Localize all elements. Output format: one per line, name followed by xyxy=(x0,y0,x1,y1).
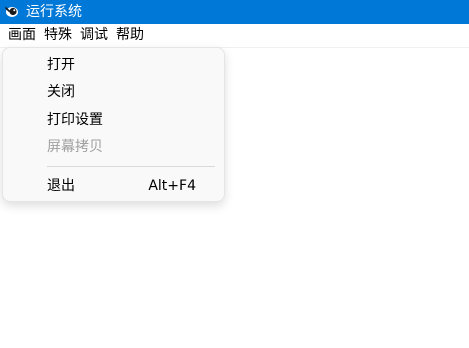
menu-bangzhu[interactable]: 帮助 xyxy=(112,24,148,47)
menu-separator xyxy=(47,166,215,167)
menu-item-label: 屏幕拷贝 xyxy=(47,139,103,155)
menu-item-label: 关闭 xyxy=(47,84,75,100)
menu-bar: 画面 特殊 调试 帮助 xyxy=(0,24,469,48)
title-bar[interactable]: 运行系统 xyxy=(0,0,469,24)
menu-item-label: 退出 xyxy=(47,178,75,194)
menu-item-close[interactable]: 关闭 xyxy=(3,80,224,104)
application-window: 运行系统 画面 特殊 调试 帮助 打开 关闭 打印设置 屏幕拷贝 退出 Alt+… xyxy=(0,0,469,348)
dropdown-menu: 打开 关闭 打印设置 屏幕拷贝 退出 Alt+F4 xyxy=(2,47,225,202)
menu-item-label: 打印设置 xyxy=(47,112,103,128)
eye-icon xyxy=(4,4,20,20)
menu-item-exit[interactable]: 退出 Alt+F4 xyxy=(3,174,224,198)
menu-item-print-setup[interactable]: 打印设置 xyxy=(3,108,224,132)
menu-item-open[interactable]: 打开 xyxy=(3,53,224,77)
window-title: 运行系统 xyxy=(26,4,82,20)
menu-huamian[interactable]: 画面 xyxy=(4,24,40,47)
menu-item-label: 打开 xyxy=(47,57,75,73)
menu-tiaoshi[interactable]: 调试 xyxy=(76,24,112,47)
menu-item-screen-copy: 屏幕拷贝 xyxy=(3,135,224,159)
menu-item-shortcut: Alt+F4 xyxy=(148,178,196,194)
menu-teshu[interactable]: 特殊 xyxy=(40,24,76,47)
